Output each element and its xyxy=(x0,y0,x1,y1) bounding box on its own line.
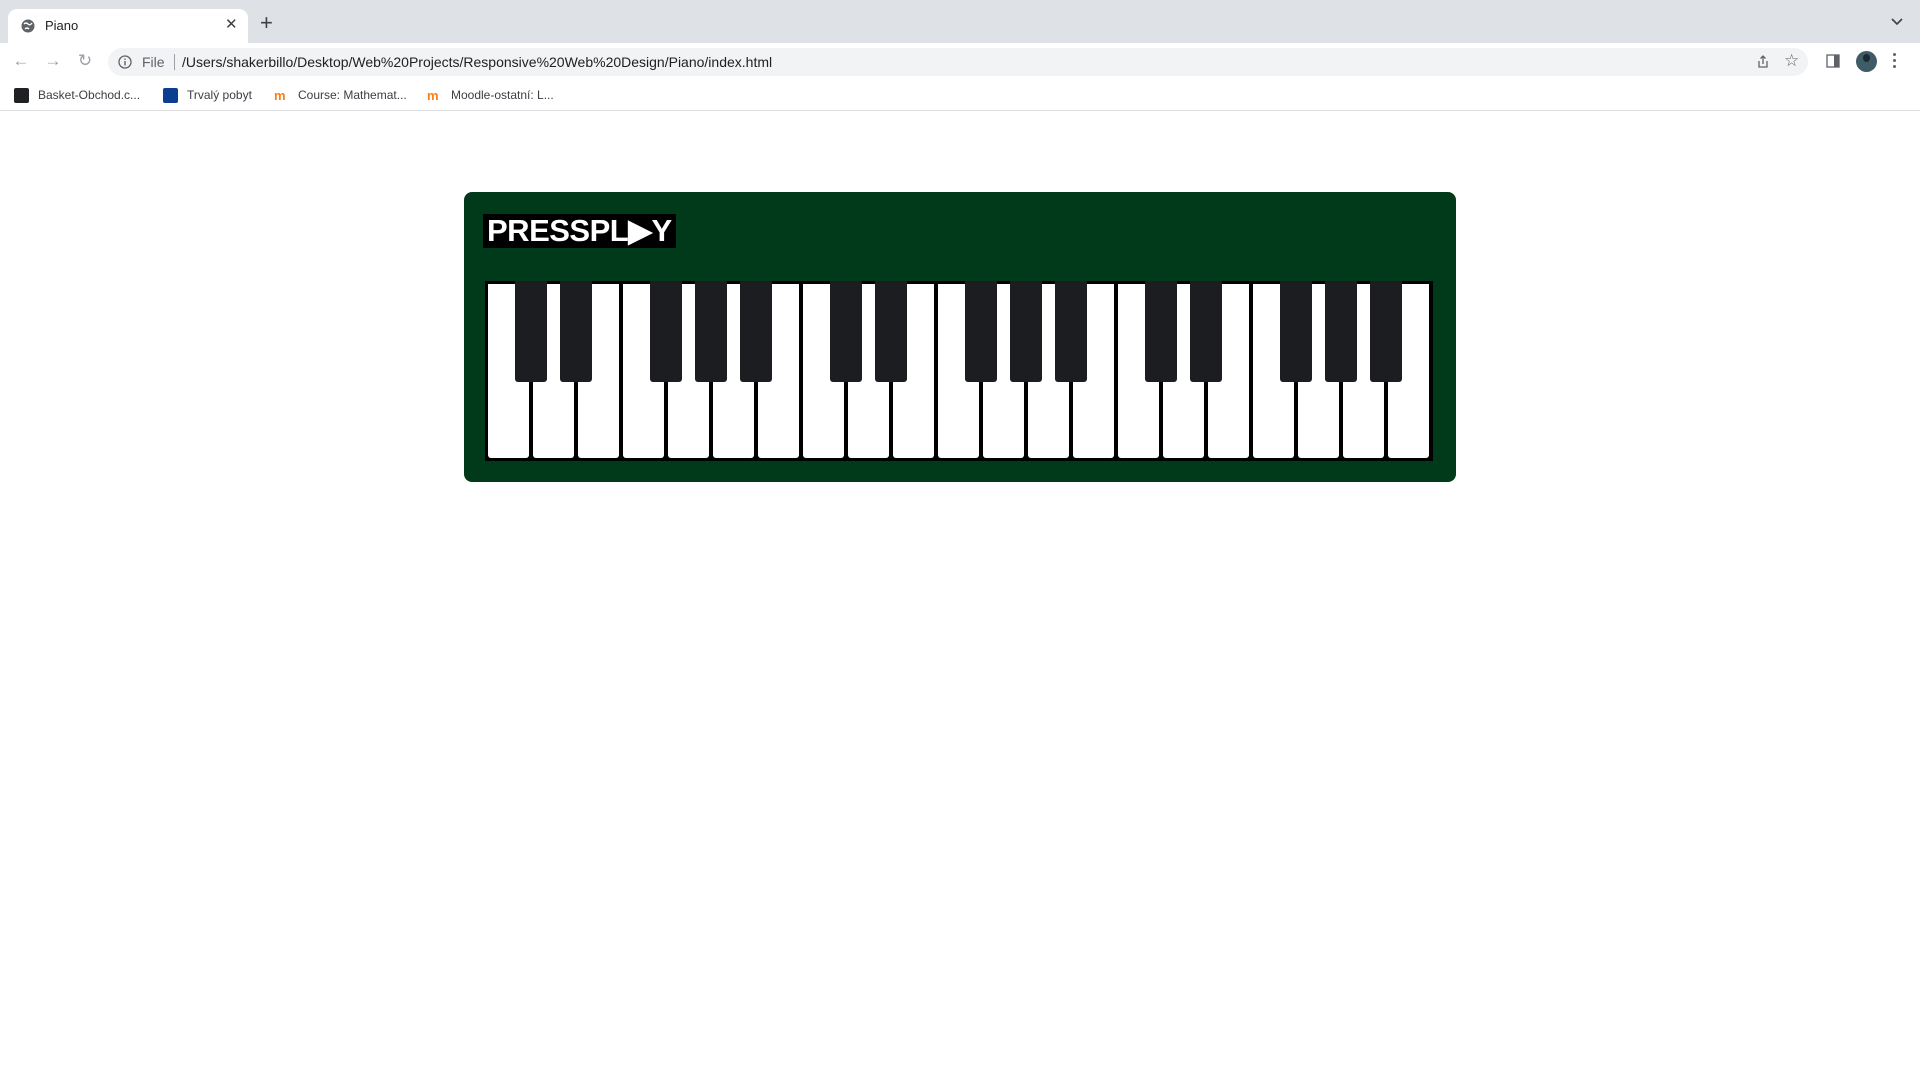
basket-favicon-icon xyxy=(14,88,29,103)
black-key[interactable] xyxy=(560,281,592,382)
black-key[interactable] xyxy=(830,281,862,382)
info-icon[interactable] xyxy=(118,55,132,69)
share-icon[interactable] xyxy=(1756,55,1770,69)
black-key[interactable] xyxy=(1055,281,1087,382)
new-tab-button[interactable]: + xyxy=(260,12,273,34)
black-key[interactable] xyxy=(695,281,727,382)
divider xyxy=(174,54,175,70)
bookmark-basket[interactable]: Basket-Obchod.c... xyxy=(14,87,149,103)
address-bar[interactable]: File /Users/shakerbillo/Desktop/Web%20Pr… xyxy=(108,48,1808,76)
black-key[interactable] xyxy=(740,281,772,382)
black-key[interactable] xyxy=(1370,281,1402,382)
back-icon[interactable]: ← xyxy=(11,51,31,71)
bookmark-moodle-ostatni[interactable]: m Moodle-ostatní: L... xyxy=(427,87,567,103)
black-key[interactable] xyxy=(1280,281,1312,382)
close-tab-icon[interactable]: ✕ xyxy=(225,17,238,33)
black-key[interactable] xyxy=(875,281,907,382)
black-key[interactable] xyxy=(1190,281,1222,382)
black-key[interactable] xyxy=(1010,281,1042,382)
moodle-favicon-icon: m xyxy=(274,88,286,103)
tab-strip: Piano ✕ + xyxy=(0,0,1920,43)
tab-title: Piano xyxy=(45,18,79,33)
forward-icon[interactable]: → xyxy=(43,51,63,71)
mvcr-favicon-icon xyxy=(163,88,178,103)
tab-piano[interactable]: Piano ✕ xyxy=(8,9,248,43)
bookmark-trvaly-pobyt[interactable]: Trvalý pobyt xyxy=(163,87,263,103)
keyboard xyxy=(485,281,1433,461)
black-key[interactable] xyxy=(650,281,682,382)
side-panel-icon[interactable] xyxy=(1826,54,1840,68)
piano-body: PRESSPL▶Y xyxy=(464,192,1456,482)
black-key[interactable] xyxy=(965,281,997,382)
bookmark-star-icon[interactable]: ☆ xyxy=(1784,52,1799,70)
browser-toolbar: ← → ↻ File /Users/shakerbillo/Desktop/We… xyxy=(0,43,1920,79)
scheme-label: File xyxy=(142,54,165,70)
black-key[interactable] xyxy=(1325,281,1357,382)
black-key[interactable] xyxy=(515,281,547,382)
pressplay-logo: PRESSPL▶Y xyxy=(483,214,676,248)
menu-icon[interactable] xyxy=(1893,53,1897,69)
moodle-favicon-icon: m xyxy=(427,88,439,103)
url-text[interactable]: /Users/shakerbillo/Desktop/Web%20Project… xyxy=(182,54,772,70)
reload-icon[interactable]: ↻ xyxy=(75,51,95,71)
bookmarks-bar: Basket-Obchod.c... Trvalý pobyt m Course… xyxy=(0,79,1920,111)
black-key[interactable] xyxy=(1145,281,1177,382)
profile-avatar[interactable] xyxy=(1856,51,1877,72)
globe-icon xyxy=(21,19,35,33)
logo-text: PRESSPL▶Y xyxy=(487,213,672,248)
chevron-down-icon[interactable] xyxy=(1890,14,1904,28)
bookmark-course-mathematics[interactable]: m Course: Mathemat... xyxy=(274,87,414,103)
